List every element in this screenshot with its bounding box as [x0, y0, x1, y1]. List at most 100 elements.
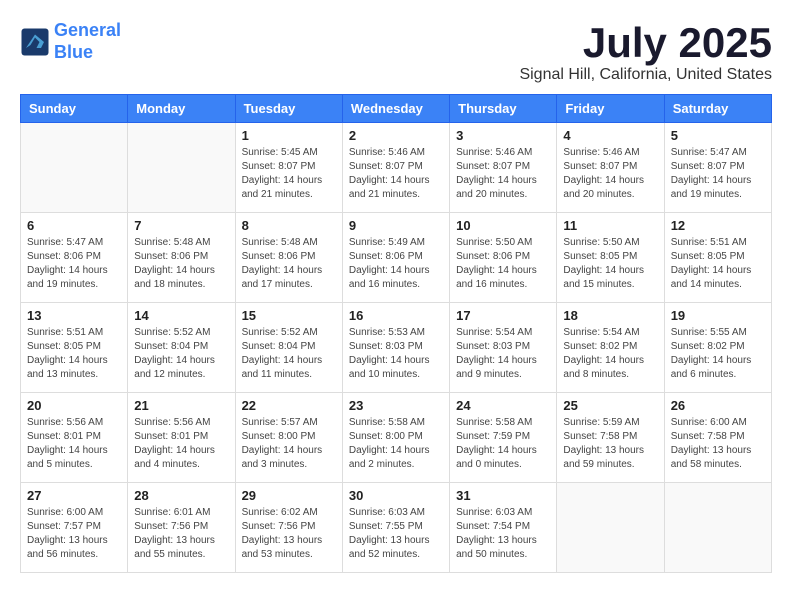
day-number: 8 — [242, 218, 336, 233]
calendar-cell — [557, 483, 664, 573]
calendar-cell: 25 Sunrise: 5:59 AMSunset: 7:58 PMDayligh… — [557, 393, 664, 483]
calendar-cell: 19Sunrise: 5:55 AMSunset: 8:02 PMDayligh… — [664, 303, 771, 393]
day-number: 23 — [349, 398, 443, 413]
day-info: Sunrise: 5:46 AMSunset: 8:07 PMDaylight:… — [349, 146, 443, 202]
calendar-cell: 13 Sunrise: 5:51 AMSunset: 8:05 PMDayligh… — [21, 303, 128, 393]
day-info: Sunrise: 5:47 AMSunset: 8:06 PMDaylight:… — [27, 236, 121, 292]
week-row: 6 Sunrise: 5:47 AMSunset: 8:06 PMDaylight… — [21, 213, 772, 303]
day-info: Sunrise: 5:50 AMSunset: 8:06 PMDaylight:… — [456, 236, 550, 292]
calendar-table: SundayMondayTuesdayWednesdayThursdayFrid… — [20, 94, 772, 573]
week-row: 27Sunrise: 6:00 AMSunset: 7:57 PMDayligh… — [21, 483, 772, 573]
title-section: July 2025 Signal Hill, California, Unite… — [519, 20, 772, 84]
day-number: 14 — [134, 308, 228, 323]
day-info: Sunrise: 5:51 AMSunset: 8:05 PMDaylight:… — [671, 236, 765, 292]
calendar-cell: 3 Sunrise: 5:46 AMSunset: 8:07 PMDaylight… — [450, 123, 557, 213]
day-of-week-header: Sunday — [21, 95, 128, 123]
day-number: 2 — [349, 128, 443, 143]
week-row: 13 Sunrise: 5:51 AMSunset: 8:05 PMDayligh… — [21, 303, 772, 393]
day-info: Sunrise: 5:59 AMSunset: 7:58 PMDaylight:… — [563, 416, 657, 472]
calendar-cell: 22 Sunrise: 5:57 AMSunset: 8:00 PMDayligh… — [235, 393, 342, 483]
day-number: 9 — [349, 218, 443, 233]
day-info: Sunrise: 5:46 AMSunset: 8:07 PMDaylight:… — [456, 146, 550, 202]
calendar-cell: 2 Sunrise: 5:46 AMSunset: 8:07 PMDaylight… — [342, 123, 449, 213]
calendar-cell — [128, 123, 235, 213]
day-number: 6 — [27, 218, 121, 233]
day-info: Sunrise: 6:00 AMSunset: 7:58 PMDaylight:… — [671, 416, 765, 472]
week-row: 20 Sunrise: 5:56 AMSunset: 8:01 PMDayligh… — [21, 393, 772, 483]
day-number: 26 — [671, 398, 765, 413]
day-number: 18 — [563, 308, 657, 323]
calendar-cell: 11 Sunrise: 5:50 AMSunset: 8:05 PMDayligh… — [557, 213, 664, 303]
calendar-cell: 17Sunrise: 5:54 AMSunset: 8:03 PMDayligh… — [450, 303, 557, 393]
calendar-cell: 21Sunrise: 5:56 AMSunset: 8:01 PMDayligh… — [128, 393, 235, 483]
day-info: Sunrise: 6:02 AMSunset: 7:56 PMDaylight:… — [242, 506, 336, 562]
day-info: Sunrise: 5:54 AMSunset: 8:02 PMDaylight:… — [563, 326, 657, 382]
calendar-header-row: SundayMondayTuesdayWednesdayThursdayFrid… — [21, 95, 772, 123]
logo-text: General Blue — [54, 20, 121, 63]
day-number: 28 — [134, 488, 228, 503]
day-number: 5 — [671, 128, 765, 143]
day-number: 10 — [456, 218, 550, 233]
calendar-cell: 26 Sunrise: 6:00 AMSunset: 7:58 PMDayligh… — [664, 393, 771, 483]
day-info: Sunrise: 5:51 AMSunset: 8:05 PMDaylight:… — [27, 326, 121, 382]
calendar-cell: 24 Sunrise: 5:58 AMSunset: 7:59 PMDayligh… — [450, 393, 557, 483]
day-number: 15 — [242, 308, 336, 323]
calendar-cell: 4 Sunrise: 5:46 AMSunset: 8:07 PMDaylight… — [557, 123, 664, 213]
day-of-week-header: Friday — [557, 95, 664, 123]
day-info: Sunrise: 5:52 AMSunset: 8:04 PMDaylight:… — [242, 326, 336, 382]
calendar-cell: 12 Sunrise: 5:51 AMSunset: 8:05 PMDayligh… — [664, 213, 771, 303]
day-info: Sunrise: 5:48 AMSunset: 8:06 PMDaylight:… — [242, 236, 336, 292]
day-info: Sunrise: 5:58 AMSunset: 7:59 PMDaylight:… — [456, 416, 550, 472]
calendar-cell: 5 Sunrise: 5:47 AMSunset: 8:07 PMDaylight… — [664, 123, 771, 213]
calendar-cell: 6 Sunrise: 5:47 AMSunset: 8:06 PMDaylight… — [21, 213, 128, 303]
day-info: Sunrise: 5:47 AMSunset: 8:07 PMDaylight:… — [671, 146, 765, 202]
logo-icon — [20, 27, 50, 57]
subtitle: Signal Hill, California, United States — [519, 66, 772, 84]
calendar-cell: 18 Sunrise: 5:54 AMSunset: 8:02 PMDayligh… — [557, 303, 664, 393]
calendar-cell — [664, 483, 771, 573]
day-info: Sunrise: 5:50 AMSunset: 8:05 PMDaylight:… — [563, 236, 657, 292]
day-info: Sunrise: 5:48 AMSunset: 8:06 PMDaylight:… — [134, 236, 228, 292]
day-number: 3 — [456, 128, 550, 143]
calendar-cell: 7 Sunrise: 5:48 AMSunset: 8:06 PMDaylight… — [128, 213, 235, 303]
logo: General Blue — [20, 20, 121, 63]
day-number: 1 — [242, 128, 336, 143]
day-info: Sunrise: 5:52 AMSunset: 8:04 PMDaylight:… — [134, 326, 228, 382]
main-title: July 2025 — [519, 20, 772, 66]
week-row: 1 Sunrise: 5:45 AMSunset: 8:07 PMDaylight… — [21, 123, 772, 213]
day-number: 11 — [563, 218, 657, 233]
day-of-week-header: Wednesday — [342, 95, 449, 123]
calendar-cell: 9Sunrise: 5:49 AMSunset: 8:06 PMDaylight… — [342, 213, 449, 303]
day-number: 7 — [134, 218, 228, 233]
calendar-cell — [21, 123, 128, 213]
day-of-week-header: Thursday — [450, 95, 557, 123]
day-number: 12 — [671, 218, 765, 233]
calendar-cell: 20 Sunrise: 5:56 AMSunset: 8:01 PMDayligh… — [21, 393, 128, 483]
day-info: Sunrise: 5:45 AMSunset: 8:07 PMDaylight:… — [242, 146, 336, 202]
calendar-cell: 28 Sunrise: 6:01 AMSunset: 7:56 PMDayligh… — [128, 483, 235, 573]
calendar-cell: 14 Sunrise: 5:52 AMSunset: 8:04 PMDayligh… — [128, 303, 235, 393]
calendar-cell: 29Sunrise: 6:02 AMSunset: 7:56 PMDayligh… — [235, 483, 342, 573]
day-number: 20 — [27, 398, 121, 413]
day-info: Sunrise: 5:46 AMSunset: 8:07 PMDaylight:… — [563, 146, 657, 202]
page-header: General Blue July 2025 Signal Hill, Cali… — [20, 20, 772, 84]
day-of-week-header: Monday — [128, 95, 235, 123]
day-number: 17 — [456, 308, 550, 323]
calendar-cell: 31Sunrise: 6:03 AMSunset: 7:54 PMDayligh… — [450, 483, 557, 573]
day-number: 31 — [456, 488, 550, 503]
day-number: 22 — [242, 398, 336, 413]
day-number: 25 — [563, 398, 657, 413]
day-number: 24 — [456, 398, 550, 413]
day-number: 16 — [349, 308, 443, 323]
day-info: Sunrise: 6:01 AMSunset: 7:56 PMDaylight:… — [134, 506, 228, 562]
day-of-week-header: Tuesday — [235, 95, 342, 123]
day-number: 19 — [671, 308, 765, 323]
day-number: 4 — [563, 128, 657, 143]
day-info: Sunrise: 5:53 AMSunset: 8:03 PMDaylight:… — [349, 326, 443, 382]
day-info: Sunrise: 5:57 AMSunset: 8:00 PMDaylight:… — [242, 416, 336, 472]
calendar-cell: 8 Sunrise: 5:48 AMSunset: 8:06 PMDaylight… — [235, 213, 342, 303]
day-number: 30 — [349, 488, 443, 503]
calendar-cell: 10 Sunrise: 5:50 AMSunset: 8:06 PMDayligh… — [450, 213, 557, 303]
day-number: 13 — [27, 308, 121, 323]
day-info: Sunrise: 5:56 AMSunset: 8:01 PMDaylight:… — [27, 416, 121, 472]
